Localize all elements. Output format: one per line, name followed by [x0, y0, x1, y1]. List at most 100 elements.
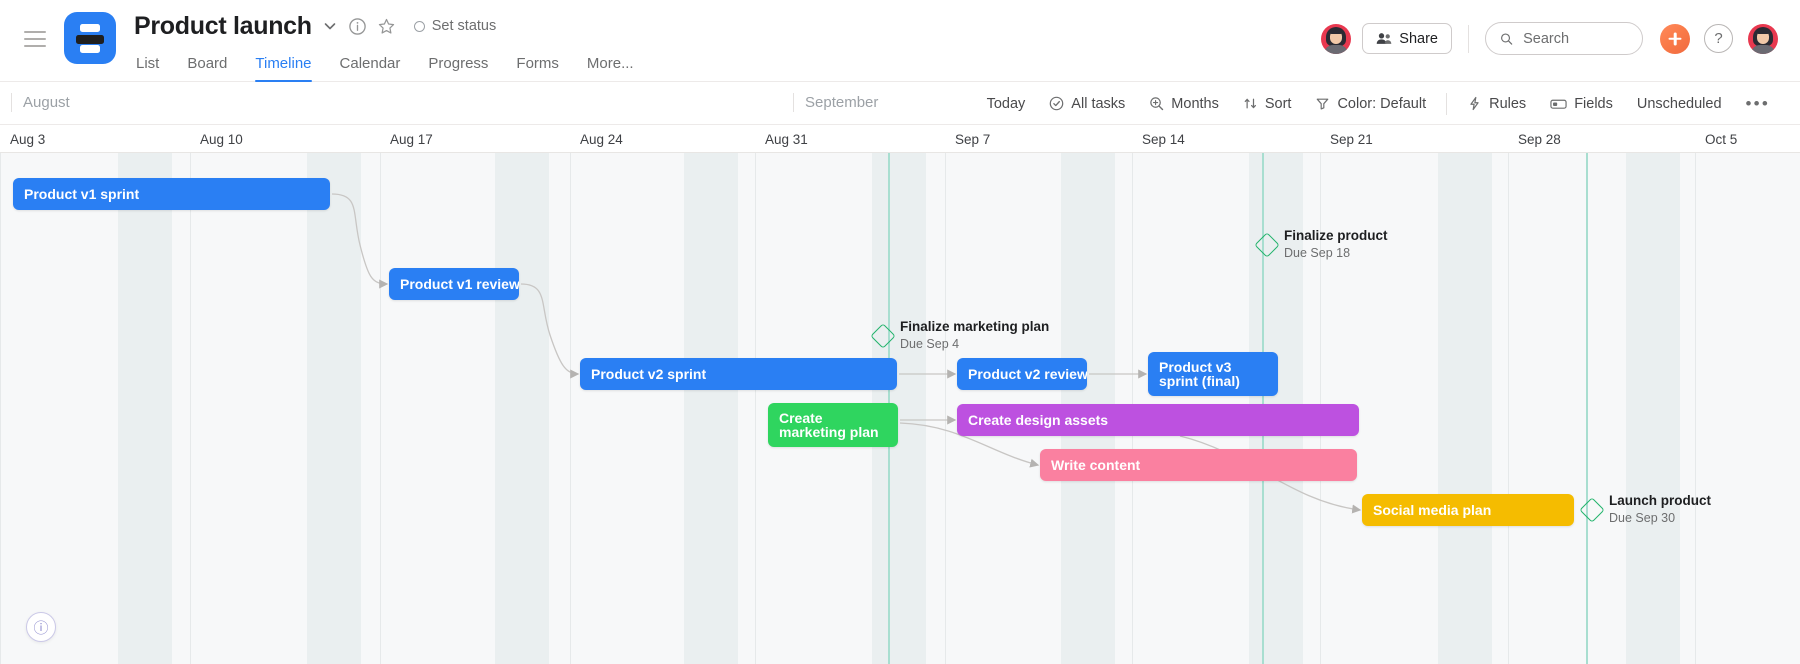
- chevron-down-icon[interactable]: [322, 18, 338, 34]
- tab-board[interactable]: Board: [173, 51, 241, 82]
- header-main: Product launch Set status List Board Tim…: [134, 0, 1321, 82]
- task-bar[interactable]: Product v1 review: [389, 268, 519, 300]
- task-bar[interactable]: Create marketing plan: [768, 403, 898, 447]
- sort-button[interactable]: Sort: [1231, 89, 1304, 119]
- tab-more[interactable]: More...: [573, 51, 648, 82]
- tab-timeline[interactable]: Timeline: [241, 51, 325, 82]
- grid-line: [1695, 153, 1696, 664]
- tab-progress[interactable]: Progress: [414, 51, 502, 82]
- task-bar[interactable]: Product v1 sprint: [13, 178, 330, 210]
- fields-label: Fields: [1574, 95, 1613, 112]
- weekend-band: [1626, 153, 1680, 664]
- top-header: Product launch Set status List Board Tim…: [0, 0, 1800, 82]
- milestone-due-date: Due Sep 30: [1609, 511, 1676, 525]
- search-icon: [1501, 32, 1513, 45]
- date-label: Aug 10: [200, 132, 243, 147]
- fields-button[interactable]: Fields: [1538, 89, 1625, 119]
- info-button[interactable]: ⓘ: [26, 612, 56, 642]
- share-label: Share: [1399, 30, 1438, 47]
- share-button[interactable]: Share: [1362, 23, 1452, 54]
- months-label: Months: [1171, 95, 1219, 112]
- date-label: Oct 5: [1705, 132, 1738, 147]
- tab-list[interactable]: List: [134, 51, 173, 82]
- set-status-button[interactable]: Set status: [413, 18, 497, 34]
- grid-line: [945, 153, 946, 664]
- grid-line: [570, 153, 571, 664]
- tab-forms[interactable]: Forms: [502, 51, 573, 82]
- date-label: Aug 31: [765, 132, 808, 147]
- check-circle-icon: [1050, 96, 1064, 111]
- milestone-name: Finalize marketing plan: [900, 319, 1050, 334]
- grid-line: [0, 153, 1, 664]
- today-line: [1586, 153, 1588, 664]
- view-tabs: List Board Timeline Calendar Progress Fo…: [134, 51, 1321, 82]
- star-icon[interactable]: [377, 17, 396, 36]
- grid-line: [755, 153, 756, 664]
- milestone[interactable]: Finalize marketing plan Due Sep 4: [870, 319, 1050, 352]
- task-bar[interactable]: Product v2 sprint: [580, 358, 897, 390]
- date-label: Aug 24: [580, 132, 623, 147]
- weekend-band: [683, 153, 738, 664]
- page-title: Product launch: [134, 11, 312, 40]
- diamond-icon: [1579, 496, 1605, 523]
- task-bar[interactable]: Product v3 sprint (final): [1148, 352, 1278, 396]
- help-button[interactable]: ?: [1704, 24, 1733, 53]
- add-button[interactable]: [1660, 23, 1690, 54]
- bolt-icon: [1470, 96, 1479, 111]
- milestone[interactable]: Finalize product Due Sep 18: [1254, 228, 1388, 261]
- rules-button[interactable]: Rules: [1455, 89, 1538, 119]
- milestone-text: Finalize marketing plan Due Sep 4: [900, 319, 1050, 352]
- all-tasks-filter[interactable]: All tasks: [1037, 89, 1137, 119]
- milestone[interactable]: Launch product Due Sep 30: [1579, 494, 1711, 525]
- diamond-icon: [1254, 231, 1280, 258]
- month-label-september: September: [793, 93, 878, 112]
- search-input[interactable]: [1523, 30, 1628, 47]
- rules-label: Rules: [1489, 95, 1527, 112]
- color-button[interactable]: Color: Default: [1303, 89, 1438, 119]
- search-box[interactable]: [1485, 22, 1643, 55]
- timeline-toolbar: August September Today All tasks Months: [0, 82, 1800, 125]
- project-logo-icon[interactable]: [64, 12, 116, 64]
- tab-calendar[interactable]: Calendar: [326, 51, 415, 82]
- task-bar[interactable]: Product v2 review: [957, 358, 1087, 390]
- grid-line: [380, 153, 381, 664]
- milestone-due-date: Due Sep 18: [1284, 246, 1351, 260]
- sort-label: Sort: [1264, 95, 1292, 112]
- color-label: Color: Default: [1337, 95, 1427, 112]
- filter-icon: [1317, 98, 1329, 110]
- weekend-band: [1437, 153, 1492, 664]
- task-bar[interactable]: Social media plan: [1362, 494, 1574, 526]
- milestone-name: Finalize product: [1284, 228, 1388, 243]
- title-row: Product launch Set status: [134, 10, 1321, 42]
- task-bar[interactable]: Write content: [1040, 449, 1357, 481]
- weekend-band: [306, 153, 361, 664]
- weekend-band: [118, 153, 172, 664]
- hamburger-icon[interactable]: [24, 31, 46, 47]
- date-label: Aug 17: [390, 132, 433, 147]
- date-label: Sep 7: [955, 132, 991, 147]
- set-status-label: Set status: [431, 18, 497, 34]
- info-circle-icon[interactable]: [348, 17, 367, 36]
- sort-icon: [1244, 98, 1256, 109]
- milestone-text: Finalize product Due Sep 18: [1284, 228, 1388, 261]
- date-label: Aug 3: [10, 132, 46, 147]
- fields-icon: [1550, 99, 1567, 109]
- header-actions: Share ?: [1321, 22, 1800, 55]
- more-options-button[interactable]: •••: [1734, 89, 1782, 119]
- timeline-canvas[interactable]: Product v1 sprint Product v1 review Produc…: [0, 153, 1800, 664]
- date-axis: Aug 3 Aug 10 Aug 17 Aug 24 Aug 31 Sep 7 Sep 14…: [0, 125, 1800, 153]
- member-avatar[interactable]: [1321, 23, 1352, 54]
- date-label: Sep 21: [1330, 132, 1373, 147]
- grid-line: [1508, 153, 1509, 664]
- task-bar[interactable]: Create design assets: [957, 404, 1359, 436]
- diamond-icon: [870, 322, 896, 349]
- asana-timeline-app: Product launch Set status List Board Tim…: [0, 0, 1800, 664]
- date-label: Sep 28: [1518, 132, 1561, 147]
- today-button[interactable]: Today: [975, 89, 1038, 119]
- zoom-months-button[interactable]: Months: [1137, 89, 1231, 119]
- unscheduled-button[interactable]: Unscheduled: [1625, 89, 1734, 119]
- avatar[interactable]: [1748, 23, 1778, 54]
- all-tasks-label: All tasks: [1071, 95, 1126, 112]
- zoom-in-icon: [1150, 97, 1164, 111]
- toolbar-divider: [1446, 92, 1448, 115]
